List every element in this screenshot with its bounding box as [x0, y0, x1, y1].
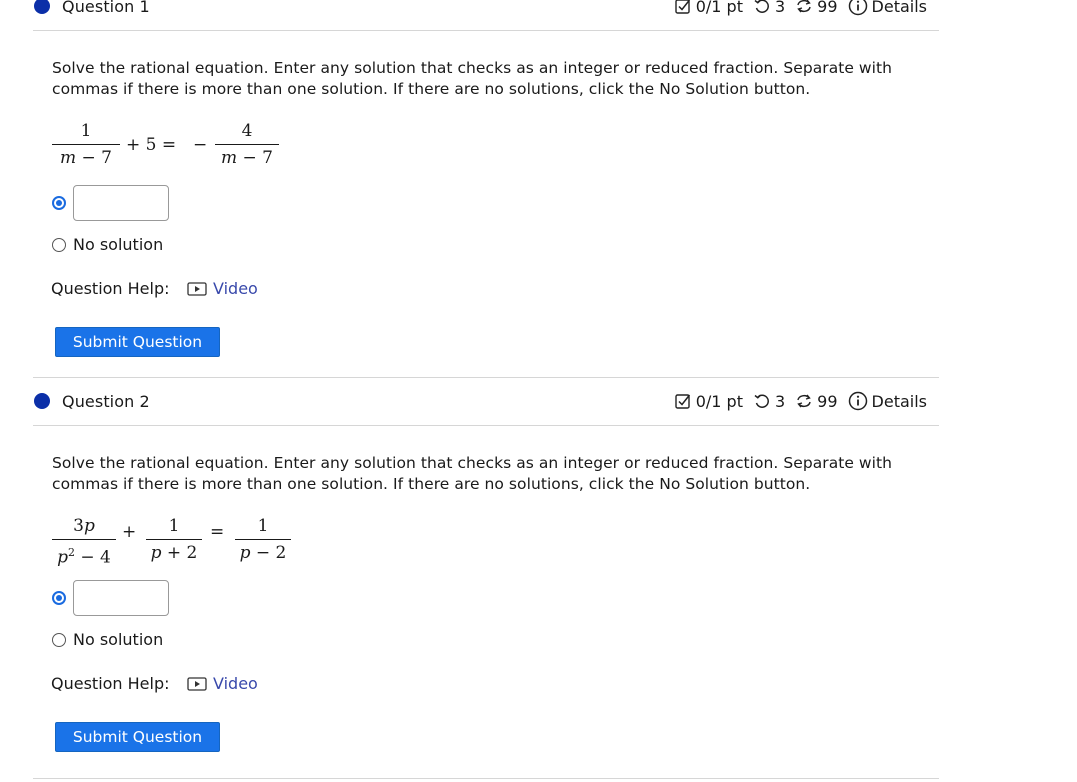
fraction-term: 4 m − 7	[215, 118, 279, 171]
math-operator: =	[210, 522, 225, 542]
question-help-label: Question Help:	[51, 279, 170, 298]
answer-option	[52, 579, 939, 619]
math-operator: −	[193, 135, 208, 155]
video-link[interactable]: Video	[187, 674, 258, 693]
play-video-icon	[187, 676, 207, 691]
fraction-term: 3p p2 − 4	[52, 513, 116, 568]
retries-count: 3	[774, 0, 786, 16]
score-indicator: 0/1 pt	[674, 0, 743, 16]
info-circle-icon	[848, 391, 868, 411]
attempts-count: 99	[817, 0, 838, 16]
no-solution-radio[interactable]	[52, 238, 66, 252]
attempts-count: 99	[817, 391, 838, 411]
retries-indicator: 3	[753, 0, 785, 16]
math-operator: + 5 =	[126, 135, 177, 155]
question-meta: 0/1 pt 3 99 Details	[674, 0, 927, 16]
play-video-icon	[187, 281, 207, 296]
answer-radio[interactable]	[52, 196, 66, 210]
video-link[interactable]: Video	[187, 279, 258, 298]
fraction-term: 1 p − 2	[235, 513, 291, 566]
score-indicator: 0/1 pt	[674, 392, 743, 411]
details-button[interactable]: Details	[848, 0, 927, 16]
fraction-term: 1 m − 7	[52, 118, 120, 171]
question-header: Question 2 0/1 pt 3 99 Details	[33, 378, 939, 426]
attempts-cycle-icon	[795, 392, 813, 410]
info-circle-icon	[848, 0, 868, 16]
details-label: Details	[871, 0, 927, 16]
rational-equation: 3p p2 − 4 + 1 p + 2 = 1 p − 2	[52, 513, 939, 571]
video-label: Video	[213, 279, 258, 298]
submit-question-button[interactable]: Submit Question	[55, 327, 220, 357]
no-solution-label[interactable]: No solution	[73, 235, 163, 254]
no-solution-radio[interactable]	[52, 633, 66, 647]
question-prompt: Solve the rational equation. Enter any s…	[52, 59, 893, 98]
question-divider	[33, 778, 939, 779]
answer-option	[52, 184, 939, 224]
retry-icon	[753, 0, 771, 15]
details-label: Details	[871, 391, 927, 411]
details-button[interactable]: Details	[848, 391, 927, 411]
question-title: Question 2	[62, 392, 150, 411]
retries-count: 3	[774, 391, 786, 411]
retries-indicator: 3	[753, 392, 785, 411]
attempts-cycle-icon	[795, 0, 813, 15]
answer-radio[interactable]	[52, 591, 66, 605]
question-help: Question Help: Video	[51, 674, 939, 696]
question-prompt: Solve the rational equation. Enter any s…	[52, 454, 893, 493]
question-status-dot	[34, 393, 50, 409]
attempts-indicator: 99	[795, 391, 838, 411]
no-solution-option: No solution	[52, 234, 939, 256]
question-help: Question Help: Video	[51, 279, 939, 301]
score-text: 0/1 pt	[695, 391, 743, 411]
attempts-indicator: 99	[795, 0, 838, 16]
question-body: Solve the rational equation. Enter any s…	[33, 453, 939, 752]
question-header: Question 1 0/1 pt 3 99 Details	[33, 0, 939, 31]
retry-icon	[753, 392, 771, 410]
no-solution-label[interactable]: No solution	[73, 630, 163, 649]
fraction-term: 1 p + 2	[146, 513, 202, 566]
question-title: Question 1	[62, 0, 150, 16]
question-1: Question 1 0/1 pt 3 99 Details Solve the…	[33, 0, 939, 357]
question-status-dot	[34, 0, 50, 14]
question-body: Solve the rational equation. Enter any s…	[33, 58, 939, 357]
no-solution-option: No solution	[52, 629, 939, 651]
homework-page: Question 1 0/1 pt 3 99 Details Solve the…	[0, 0, 1077, 782]
checkbox-pencil-icon	[674, 392, 692, 410]
checkbox-pencil-icon	[674, 0, 692, 15]
question-help-label: Question Help:	[51, 674, 170, 693]
submit-question-button[interactable]: Submit Question	[55, 722, 220, 752]
question-2: Question 2 0/1 pt 3 99 Details Solve the…	[33, 377, 939, 752]
answer-input[interactable]	[73, 580, 169, 616]
question-meta: 0/1 pt 3 99 Details	[674, 391, 927, 411]
rational-equation: 1 m − 7 + 5 = − 4 m − 7	[52, 118, 939, 176]
video-label: Video	[213, 674, 258, 693]
score-text: 0/1 pt	[695, 0, 743, 16]
math-operator: +	[122, 522, 137, 542]
answer-input[interactable]	[73, 185, 169, 221]
